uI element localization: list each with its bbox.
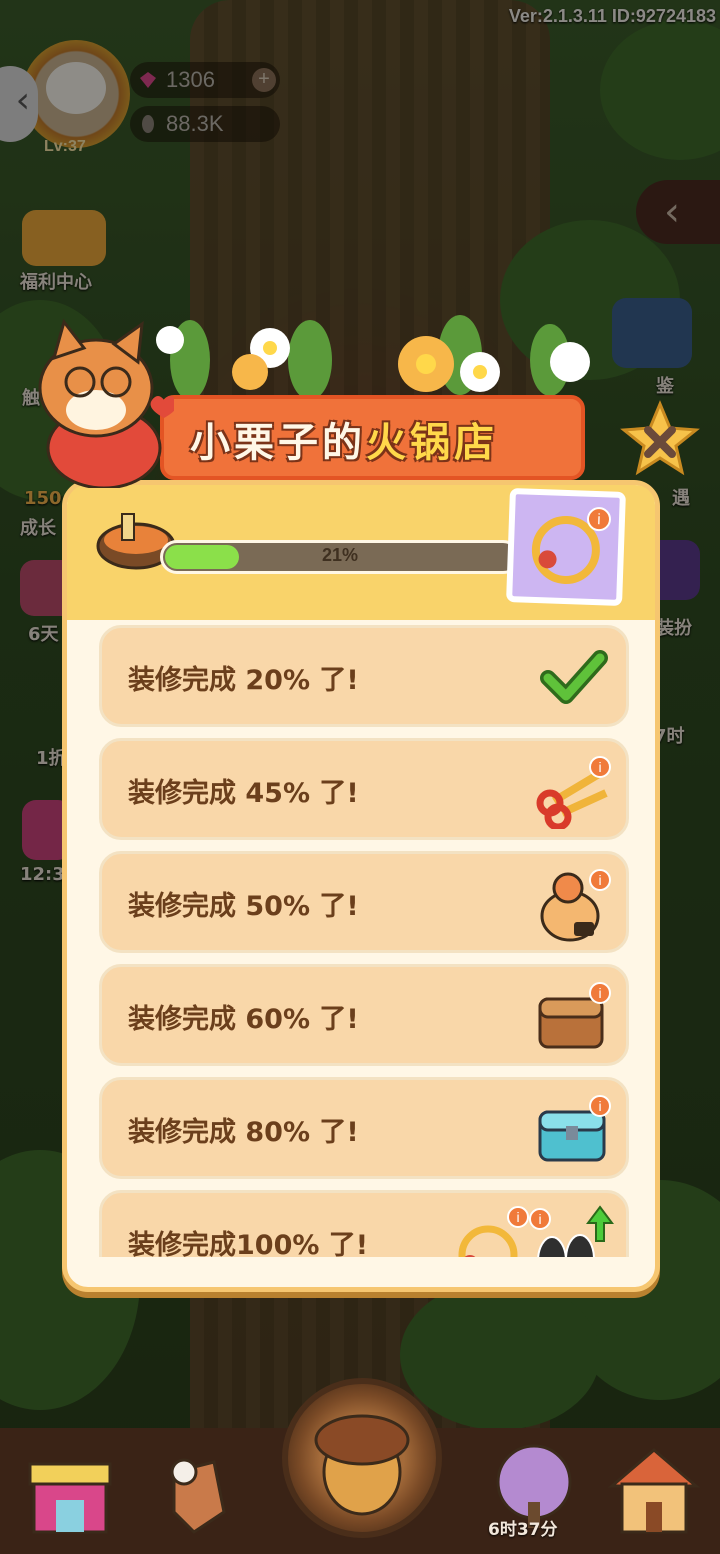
svg-text:i: i — [598, 759, 601, 775]
acorn-icon — [314, 1414, 410, 1516]
house-icon[interactable] — [604, 1442, 704, 1542]
octopus-bag-icon[interactable]: i — [534, 866, 612, 942]
shop-icon[interactable] — [20, 1442, 120, 1542]
progress-percent: 21% — [321, 545, 359, 565]
scissors-icon[interactable]: i — [534, 753, 612, 829]
check-icon — [540, 650, 608, 704]
tree-timer: 6时37分 — [488, 1520, 558, 1540]
wooden-chest-icon[interactable]: i — [534, 979, 612, 1055]
milestone-label: 装修完成 60% 了! — [128, 1004, 359, 1035]
title-owner: 小栗子的 — [190, 420, 366, 466]
milestone-label: 装修完成 20% 了! — [128, 665, 359, 696]
cat-mascot — [38, 318, 174, 488]
milestone-row: 装修完成 45% 了! i — [99, 738, 629, 840]
svg-text:i: i — [597, 511, 601, 528]
milestone-label: 装修完成 80% 了! — [128, 1117, 359, 1148]
renovation-progress-bar: 21% — [160, 540, 520, 574]
svg-text:i: i — [598, 985, 601, 1001]
milestone-label: 装修完成100% 了! — [128, 1230, 369, 1257]
bracelet-icon: i — [531, 507, 611, 584]
milestone-row: 装修完成100% 了! i i — [99, 1190, 629, 1257]
milestone-label: 装修完成 50% 了! — [128, 891, 359, 922]
panel-title: 小栗子的火锅店 — [190, 410, 498, 468]
milestone-row: 装修完成 60% 了! i — [99, 964, 629, 1066]
glove-icon[interactable] — [144, 1442, 244, 1542]
flower-decoration — [156, 315, 590, 400]
milestone-row: 装修完成 20% 了! — [99, 625, 629, 727]
milestone-label: 装修完成 45% 了! — [128, 778, 359, 809]
acorn-main-button[interactable] — [282, 1378, 442, 1538]
close-icon[interactable] — [618, 400, 702, 480]
final-reward-card[interactable]: i — [506, 488, 626, 606]
svg-text:i: i — [598, 1098, 601, 1114]
milestone-row: 装修完成 50% 了! i — [99, 851, 629, 953]
blue-chest-icon[interactable]: i — [534, 1092, 612, 1168]
bracelet-and-seeds-icon[interactable]: i i — [448, 1205, 618, 1257]
svg-text:i: i — [538, 1211, 541, 1227]
milestone-row: 装修完成 80% 了! i — [99, 1077, 629, 1179]
svg-text:i: i — [516, 1209, 519, 1225]
svg-text:i: i — [598, 872, 601, 888]
milestone-list[interactable]: 装修完成 20% 了! 装修完成 45% 了! i 装修完成 50% 了! i … — [89, 625, 633, 1257]
title-shop: 火锅店 — [366, 420, 498, 466]
